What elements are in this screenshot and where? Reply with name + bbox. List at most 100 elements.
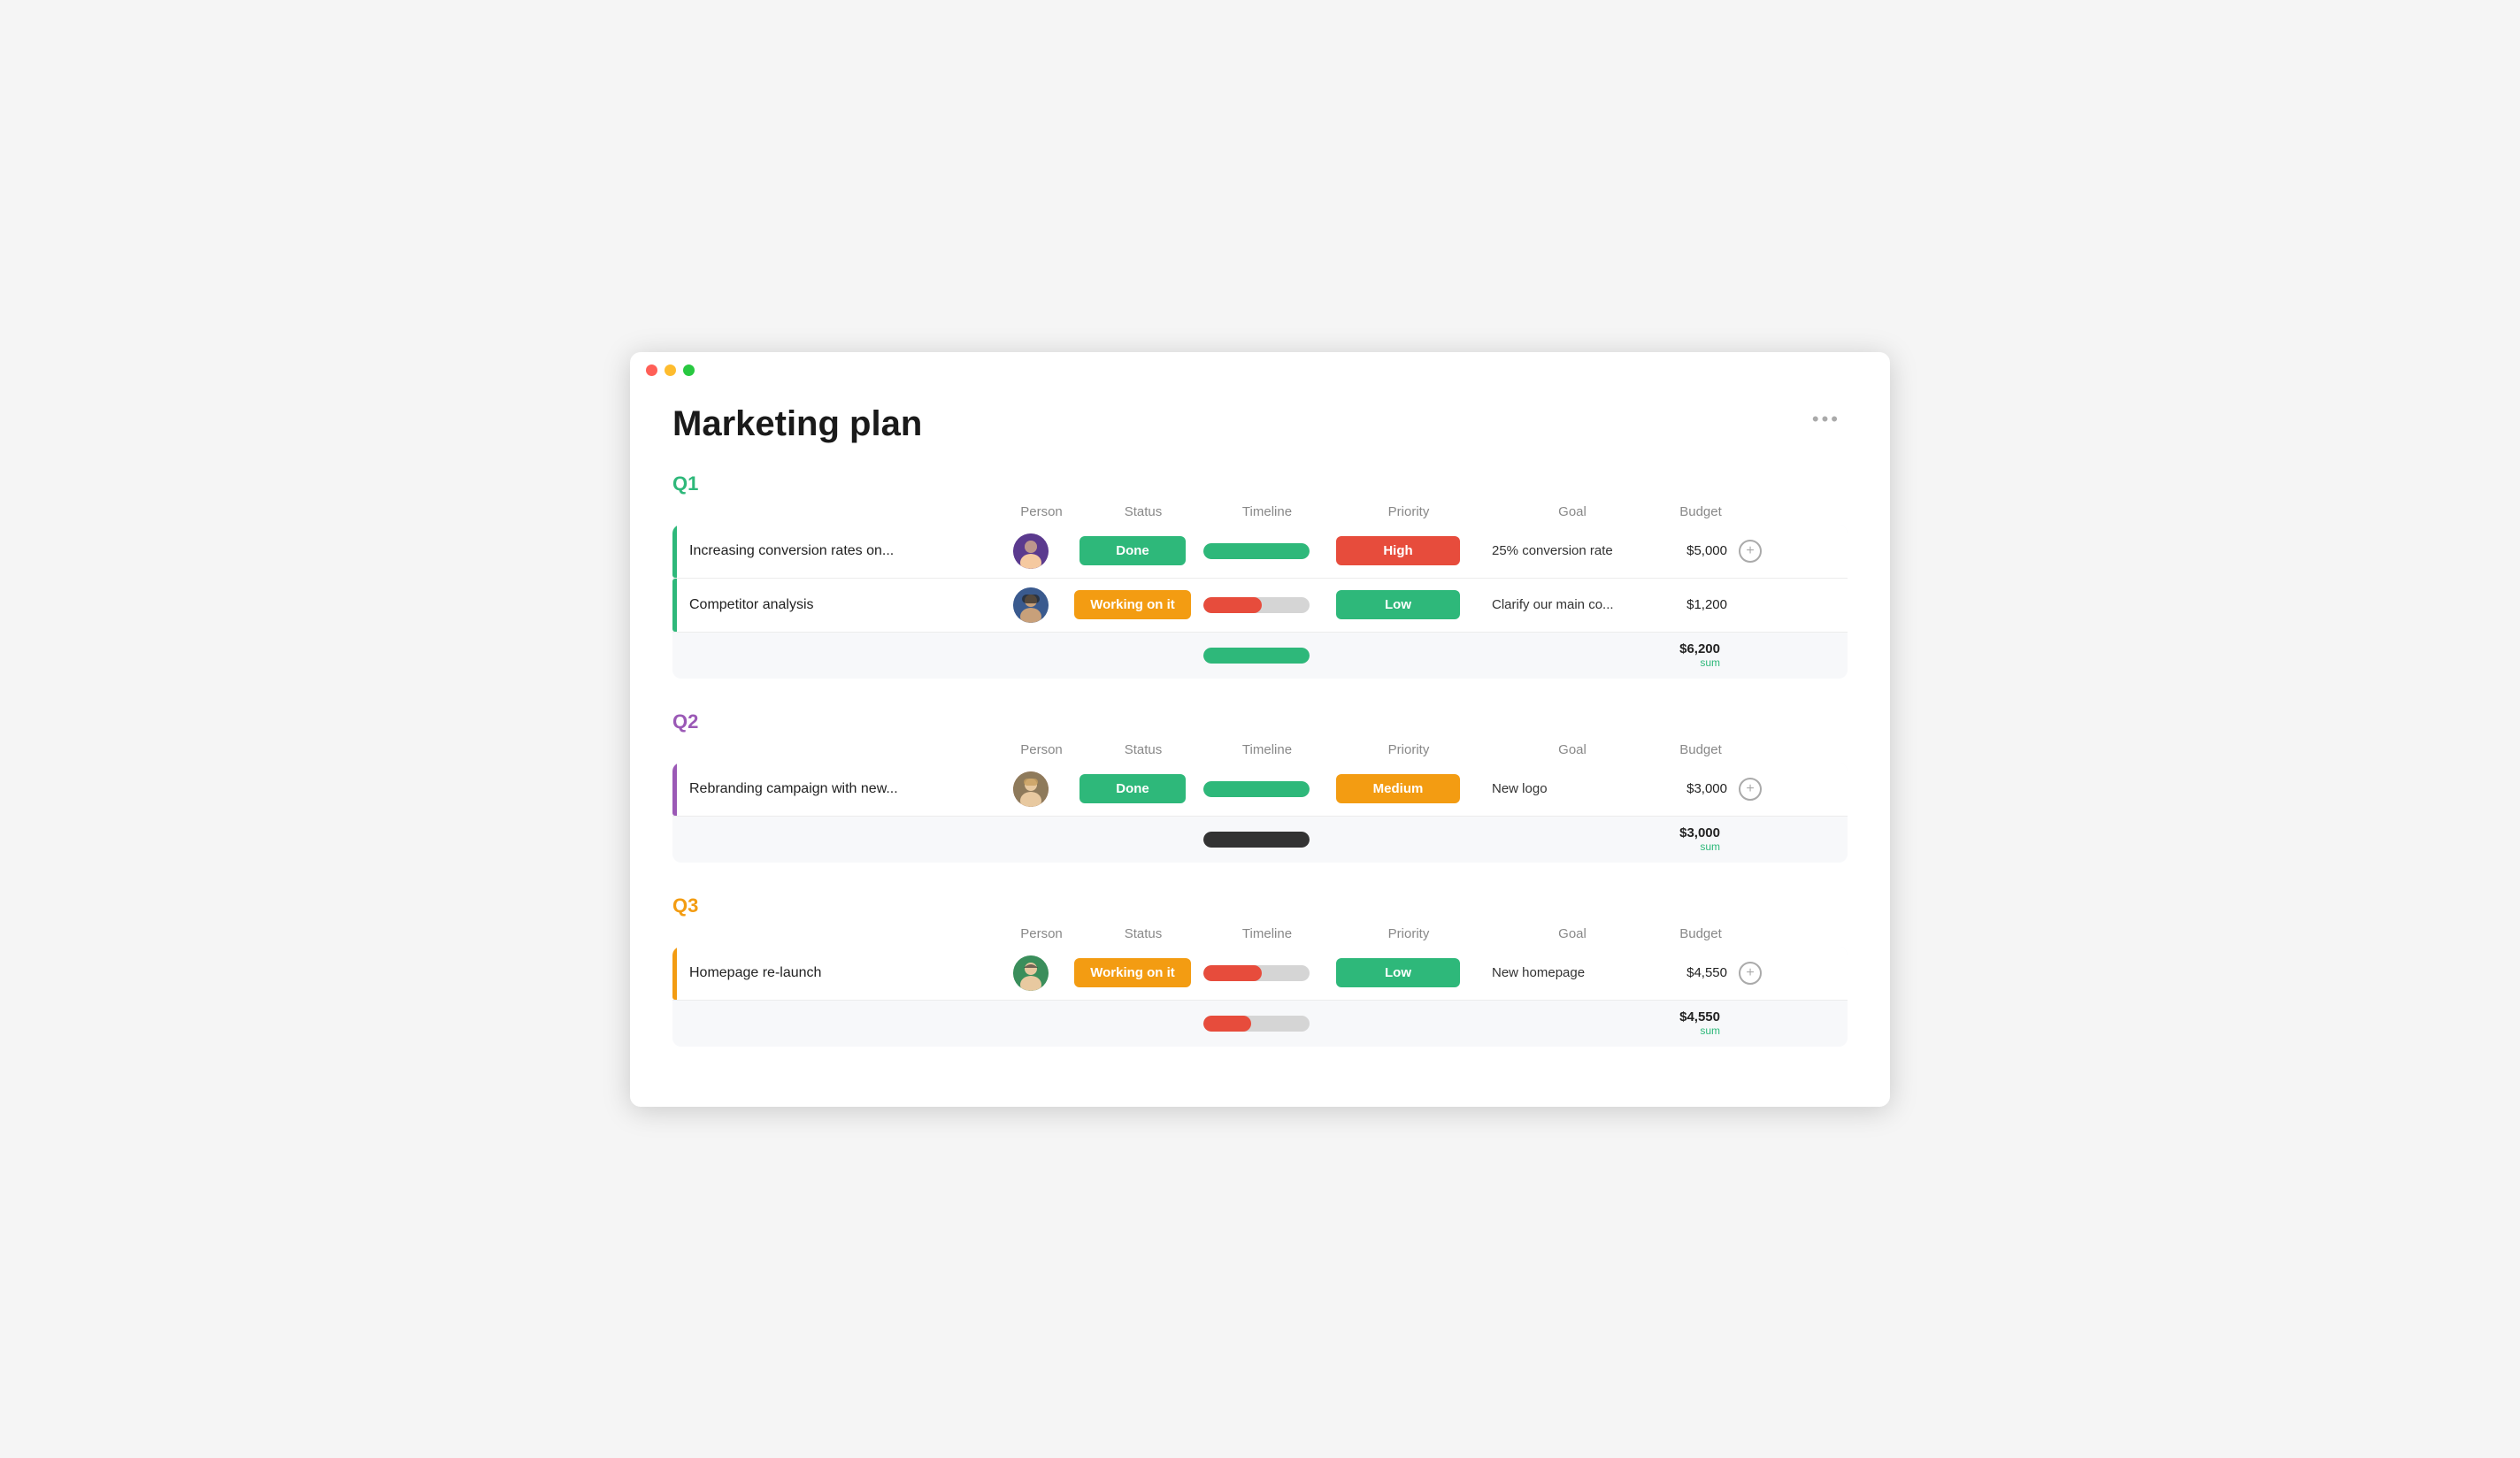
col-headers-q1: Person Status Timeline Priority Goal Bud… [672, 504, 1848, 525]
col-goal-q2: Goal [1488, 742, 1656, 757]
status-badge-q2-1: Done [1079, 774, 1186, 803]
add-col-button-q2[interactable]: + [1739, 778, 1762, 801]
status-badge-q3-1: Working on it [1074, 958, 1191, 987]
sum-label-q3: sum [1700, 1024, 1720, 1037]
timeline-fill-q1-1 [1203, 543, 1310, 559]
col-person-q1: Person [1002, 504, 1081, 519]
timeline-cell-q3-1 [1195, 965, 1318, 981]
section-header-q1: Q1 [672, 472, 1848, 495]
add-col-q2-1: + [1734, 778, 1766, 801]
section-label-q2: Q2 [672, 710, 698, 733]
avatar-q2-1 [1013, 771, 1049, 807]
task-border-q3-1 [672, 947, 677, 1000]
add-col-q3-1: + [1734, 962, 1766, 985]
close-dot[interactable] [646, 364, 657, 376]
sum-budget-box-q2: $3,000 sum [1679, 825, 1727, 853]
task-cell-q1-1: Increasing conversion rates on... [672, 525, 991, 578]
priority-badge-q1-1: High [1336, 536, 1460, 565]
status-cell-q2-1: Done [1071, 774, 1195, 803]
person-cell-q2-1 [991, 771, 1071, 807]
add-col-q1-1: + [1734, 540, 1766, 563]
priority-cell-q1-2: Low [1318, 590, 1478, 619]
more-options-button[interactable]: ••• [1805, 404, 1848, 434]
sum-label-q1: sum [1700, 656, 1720, 669]
timeline-fill-q1-2 [1203, 597, 1262, 613]
section-header-q2: Q2 [672, 710, 1848, 733]
avatar-q1-2 [1013, 587, 1049, 623]
titlebar [630, 352, 1890, 383]
sum-amount-q2: $3,000 [1679, 825, 1720, 840]
minimize-dot[interactable] [665, 364, 676, 376]
timeline-fill-q3-1 [1203, 965, 1262, 981]
timeline-cell-q1-2 [1195, 597, 1318, 613]
priority-badge-q1-2: Low [1336, 590, 1460, 619]
col-headers-q2: Person Status Timeline Priority Goal Bud… [672, 742, 1848, 763]
priority-badge-q2-1: Medium [1336, 774, 1460, 803]
sum-timeline-fill-q1 [1203, 648, 1310, 664]
sum-timeline-q1 [1195, 648, 1318, 664]
timeline-bar-q3-1 [1203, 965, 1310, 981]
sum-timeline-bar-q3 [1203, 1016, 1310, 1032]
col-budget-q2: Budget [1656, 742, 1745, 757]
budget-cell-q2-1: $3,000 [1646, 781, 1734, 796]
sum-budget-box-q1: $6,200 sum [1679, 641, 1727, 669]
section-q1: Q1 Person Status Timeline Priority Goal … [672, 472, 1848, 679]
page-header: Marketing plan ••• [672, 404, 1848, 444]
task-border-q2-1 [672, 763, 677, 816]
avatar-q1-1 [1013, 533, 1049, 569]
table-q2: Rebranding campaign with new... [672, 763, 1848, 863]
timeline-cell-q2-1 [1195, 781, 1318, 797]
task-name-q1-1: Increasing conversion rates on... [689, 543, 894, 559]
col-headers-q3: Person Status Timeline Priority Goal Bud… [672, 926, 1848, 947]
add-col-button-q3[interactable]: + [1739, 962, 1762, 985]
section-header-q3: Q3 [672, 894, 1848, 917]
budget-cell-q1-1: $5,000 [1646, 543, 1734, 558]
timeline-bar-q1-2 [1203, 597, 1310, 613]
status-badge-q1-2: Working on it [1074, 590, 1191, 619]
goal-cell-q1-2: Clarify our main co... [1478, 597, 1646, 612]
sum-timeline-fill-q3 [1203, 1016, 1251, 1032]
priority-badge-q3-1: Low [1336, 958, 1460, 987]
sum-timeline-q2 [1195, 832, 1318, 848]
maximize-dot[interactable] [683, 364, 695, 376]
col-priority-q1: Priority [1329, 504, 1488, 519]
col-timeline-q2: Timeline [1205, 742, 1329, 757]
table-q3: Homepage re-launch W [672, 947, 1848, 1047]
task-name-q2-1: Rebranding campaign with new... [689, 781, 898, 797]
table-q1: Increasing conversion rates on... [672, 525, 1848, 679]
col-priority-q3: Priority [1329, 926, 1488, 941]
sum-budget-box-q3: $4,550 sum [1679, 1009, 1727, 1037]
section-label-q3: Q3 [672, 894, 698, 917]
col-goal-q1: Goal [1488, 504, 1656, 519]
section-q3: Q3 Person Status Timeline Priority Goal … [672, 894, 1848, 1047]
table-row: Homepage re-launch W [672, 947, 1848, 1001]
table-row: Rebranding campaign with new... [672, 763, 1848, 817]
col-person-q3: Person [1002, 926, 1081, 941]
sum-budget-q3: $4,550 sum [1646, 1009, 1734, 1037]
budget-cell-q1-2: $1,200 [1646, 597, 1734, 612]
col-budget-q3: Budget [1656, 926, 1745, 941]
section-label-q1: Q1 [672, 472, 698, 495]
sum-budget-q2: $3,000 sum [1646, 825, 1734, 853]
col-status-q2: Status [1081, 742, 1205, 757]
col-status-q3: Status [1081, 926, 1205, 941]
task-name-q3-1: Homepage re-launch [689, 965, 821, 981]
sum-timeline-bar-q1 [1203, 648, 1310, 664]
col-budget-q1: Budget [1656, 504, 1745, 519]
col-status-q1: Status [1081, 504, 1205, 519]
col-timeline-q1: Timeline [1205, 504, 1329, 519]
main-content: Marketing plan ••• Q1 Person Status Time… [630, 383, 1890, 1107]
sum-amount-q3: $4,550 [1679, 1009, 1720, 1024]
table-row: Increasing conversion rates on... [672, 525, 1848, 579]
person-cell-q3-1 [991, 955, 1071, 991]
add-col-button-q1[interactable]: + [1739, 540, 1762, 563]
section-q2: Q2 Person Status Timeline Priority Goal … [672, 710, 1848, 863]
sum-label-q2: sum [1700, 840, 1720, 853]
col-goal-q3: Goal [1488, 926, 1656, 941]
person-cell-q1-1 [991, 533, 1071, 569]
table-row: Competitor analysis [672, 579, 1848, 633]
priority-cell-q3-1: Low [1318, 958, 1478, 987]
priority-cell-q1-1: High [1318, 536, 1478, 565]
goal-cell-q2-1: New logo [1478, 781, 1646, 796]
page-title: Marketing plan [672, 404, 922, 444]
